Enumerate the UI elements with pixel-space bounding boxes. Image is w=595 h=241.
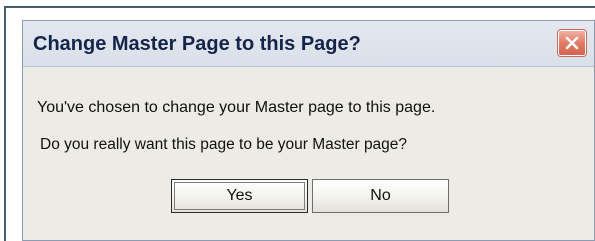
close-icon — [565, 36, 579, 50]
dialog-message-line1: You've chosen to change your Master page… — [37, 99, 436, 116]
close-button[interactable] — [557, 29, 587, 57]
dialog-titlebar[interactable]: Change Master Page to this Page? — [23, 21, 594, 67]
yes-button[interactable]: Yes — [171, 179, 308, 213]
no-button[interactable]: No — [312, 179, 449, 213]
dialog-message-line2: Do you really want this page to be your … — [40, 136, 408, 153]
screen: Change Master Page to this Page? You've … — [0, 0, 595, 241]
dialog-title: Change Master Page to this Page? — [33, 33, 361, 55]
confirm-dialog: Change Master Page to this Page? You've … — [22, 20, 595, 241]
